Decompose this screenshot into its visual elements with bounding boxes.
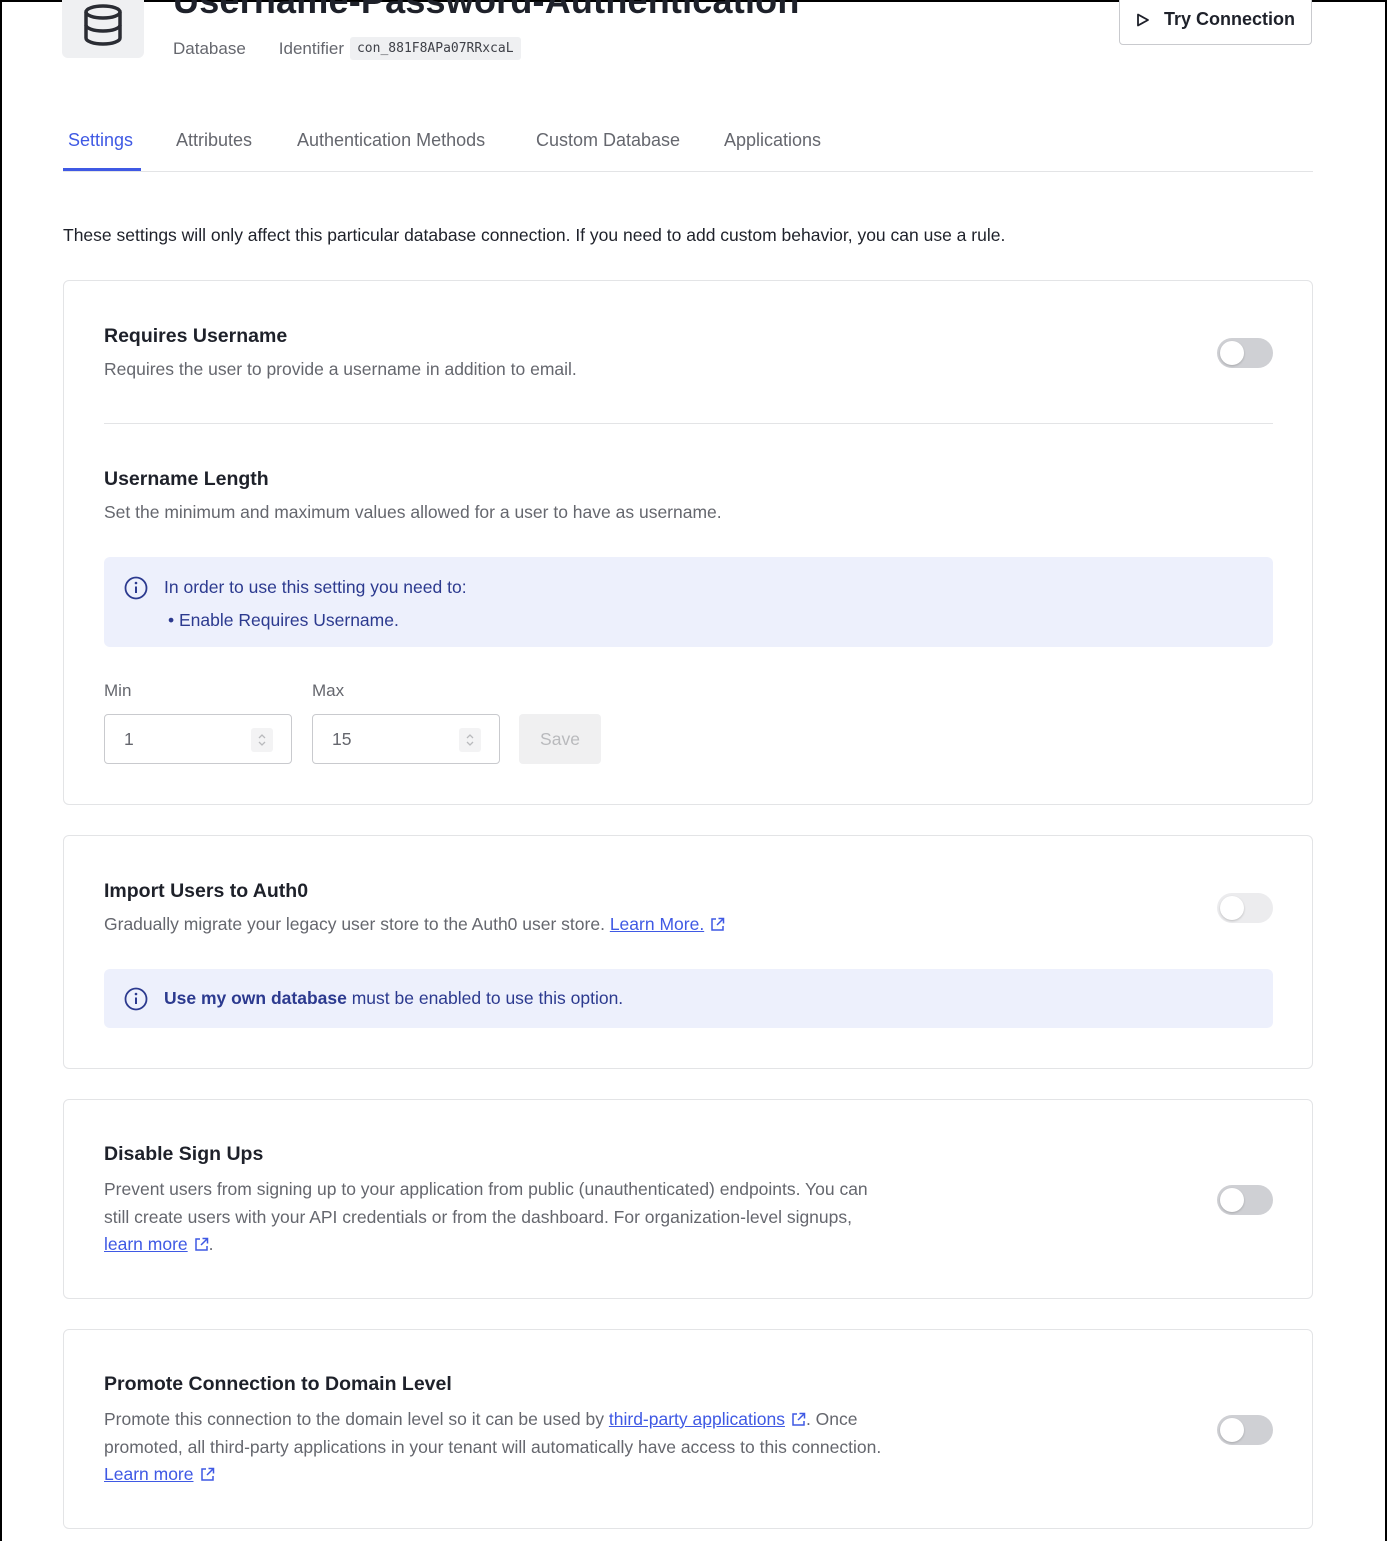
learn-more-link[interactable]: Learn more bbox=[104, 1464, 194, 1484]
description-line: Learn more bbox=[104, 1461, 1004, 1489]
external-link-icon bbox=[194, 1237, 208, 1251]
description-line: learn more. bbox=[104, 1231, 1004, 1259]
external-link-icon bbox=[200, 1467, 214, 1481]
import-users-description: Gradually migrate your legacy user store… bbox=[104, 911, 725, 939]
info-list-item: • Enable Requires Username. bbox=[168, 610, 399, 630]
tab-authentication-methods[interactable]: Authentication Methods bbox=[297, 130, 485, 151]
min-input[interactable]: 1 bbox=[104, 714, 292, 764]
page: Username-Password-Authentication Databas… bbox=[2, 0, 1387, 1541]
requires-username-toggle[interactable] bbox=[1217, 338, 1273, 368]
min-label: Min bbox=[104, 681, 132, 700]
connection-type: Database bbox=[173, 38, 246, 58]
try-connection-label: Try Connection bbox=[1163, 9, 1295, 29]
import-users-info-box: Use my own database must be enabled to u… bbox=[104, 969, 1273, 1028]
third-party-applications-link[interactable]: third-party applications bbox=[609, 1409, 785, 1429]
info-rest-text: must be enabled to use this option. bbox=[351, 988, 624, 1008]
external-link-icon bbox=[792, 1412, 806, 1426]
save-button[interactable]: Save bbox=[519, 714, 601, 764]
try-connection-button[interactable]: Try Connection bbox=[1119, 0, 1312, 45]
external-link-icon bbox=[711, 917, 725, 931]
max-input[interactable]: 15 bbox=[312, 714, 500, 764]
learn-more-link[interactable]: Learn More. bbox=[610, 914, 704, 934]
requires-username-description: Requires the user to provide a username … bbox=[104, 359, 577, 379]
disable-signups-toggle[interactable] bbox=[1217, 1185, 1273, 1215]
info-icon bbox=[124, 987, 148, 1011]
active-tab-indicator bbox=[63, 168, 141, 171]
import-users-toggle[interactable] bbox=[1217, 893, 1273, 923]
play-icon bbox=[1137, 13, 1149, 26]
max-label: Max bbox=[312, 681, 345, 700]
database-icon bbox=[62, 0, 144, 58]
chevron-updown-icon[interactable] bbox=[251, 728, 273, 752]
disable-signups-card: Disable Sign Ups Prevent users from sign… bbox=[63, 1099, 1313, 1299]
section-divider bbox=[104, 423, 1273, 424]
toggle-knob bbox=[1220, 1418, 1244, 1442]
promote-connection-toggle[interactable] bbox=[1217, 1415, 1273, 1445]
username-settings-card: Requires Username Requires the user to p… bbox=[63, 280, 1313, 805]
info-heading: In order to use this setting you need to… bbox=[164, 577, 467, 597]
min-value: 1 bbox=[124, 728, 134, 749]
tab-custom-database[interactable]: Custom Database bbox=[536, 130, 680, 151]
promote-connection-title: Promote Connection to Domain Level bbox=[104, 1373, 452, 1395]
info-message: Use my own database must be enabled to u… bbox=[164, 988, 623, 1009]
description-text: Promote this connection to the domain le… bbox=[104, 1409, 605, 1429]
disable-signups-description: Prevent users from signing up to your ap… bbox=[104, 1176, 1004, 1259]
toggle-knob bbox=[1220, 341, 1244, 365]
import-users-card: Import Users to Auth0 Gradually migrate … bbox=[63, 835, 1313, 1069]
info-bold-text: Use my own database bbox=[164, 988, 347, 1008]
username-length-title: Username Length bbox=[104, 468, 269, 490]
learn-more-link[interactable]: learn more bbox=[104, 1234, 188, 1254]
import-users-text: Gradually migrate your legacy user store… bbox=[104, 914, 605, 934]
username-length-description: Set the minimum and maximum values allow… bbox=[104, 502, 722, 522]
username-length-info-box: In order to use this setting you need to… bbox=[104, 557, 1273, 647]
tab-settings[interactable]: Settings bbox=[68, 130, 133, 151]
max-value: 15 bbox=[332, 728, 352, 749]
identifier-value[interactable]: con_881F8APa07RRxcaL bbox=[349, 37, 521, 60]
tab-bar: Settings Attributes Authentication Metho… bbox=[63, 114, 1313, 172]
toggle-knob bbox=[1220, 1188, 1244, 1212]
intro-text: These settings will only affect this par… bbox=[63, 225, 1006, 245]
description-line: promoted, all third-party applications i… bbox=[104, 1436, 882, 1457]
identifier-label: Identifier bbox=[278, 38, 344, 58]
chevron-updown-icon[interactable] bbox=[459, 728, 481, 752]
info-icon bbox=[124, 576, 148, 600]
description-line: still create users with your API credent… bbox=[104, 1206, 852, 1227]
tab-applications[interactable]: Applications bbox=[724, 130, 821, 151]
page-title: Username-Password-Authentication bbox=[173, 0, 800, 21]
connection-meta: Database Identifier con_881F8APa07RRxcaL bbox=[173, 37, 521, 60]
toggle-knob bbox=[1220, 896, 1244, 920]
requires-username-title: Requires Username bbox=[104, 325, 288, 347]
disable-signups-title: Disable Sign Ups bbox=[104, 1143, 264, 1165]
tab-attributes[interactable]: Attributes bbox=[176, 130, 252, 151]
description-text: . Once bbox=[805, 1409, 858, 1429]
promote-connection-card: Promote Connection to Domain Level Promo… bbox=[63, 1329, 1313, 1529]
description-line: Prevent users from signing up to your ap… bbox=[104, 1179, 868, 1199]
import-users-title: Import Users to Auth0 bbox=[104, 880, 309, 902]
promote-connection-description: Promote this connection to the domain le… bbox=[104, 1406, 1004, 1489]
description-line: Promote this connection to the domain le… bbox=[104, 1406, 1004, 1434]
info-item-text: Enable Requires Username. bbox=[179, 610, 399, 630]
trailing-period: . bbox=[208, 1234, 214, 1254]
